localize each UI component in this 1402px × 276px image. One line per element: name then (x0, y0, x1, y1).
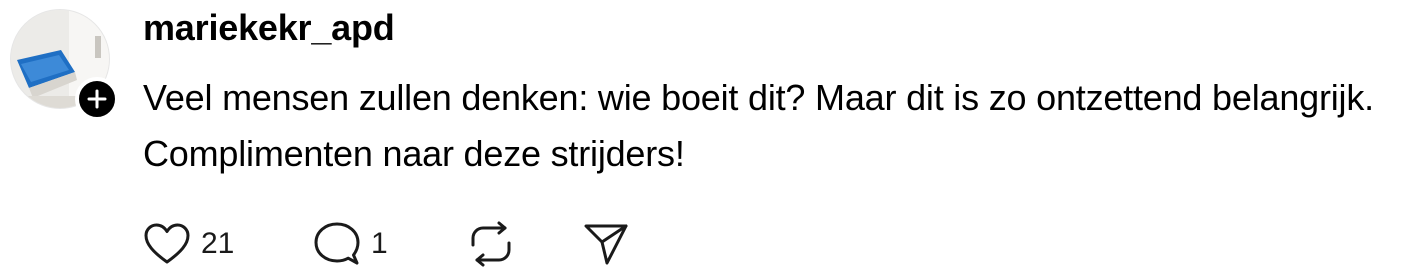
reply-count: 1 (371, 227, 388, 260)
repost-button[interactable] (468, 221, 583, 267)
action-bar: 21 1 (143, 220, 629, 268)
username[interactable]: mariekekr_apd (143, 6, 395, 50)
like-button[interactable]: 21 (143, 222, 313, 266)
plus-icon (87, 89, 107, 109)
heart-icon (144, 223, 190, 264)
repost-icon (471, 221, 511, 267)
comment-text: Veel mensen zullen denken: wie boeit dit… (143, 77, 1374, 174)
avatar-container (10, 9, 119, 121)
follow-button[interactable] (75, 77, 119, 121)
send-icon (584, 224, 628, 265)
like-count: 21 (201, 227, 235, 260)
reply-button[interactable]: 1 (313, 221, 468, 267)
share-button[interactable] (583, 222, 629, 266)
speech-bubble-icon (314, 222, 360, 265)
